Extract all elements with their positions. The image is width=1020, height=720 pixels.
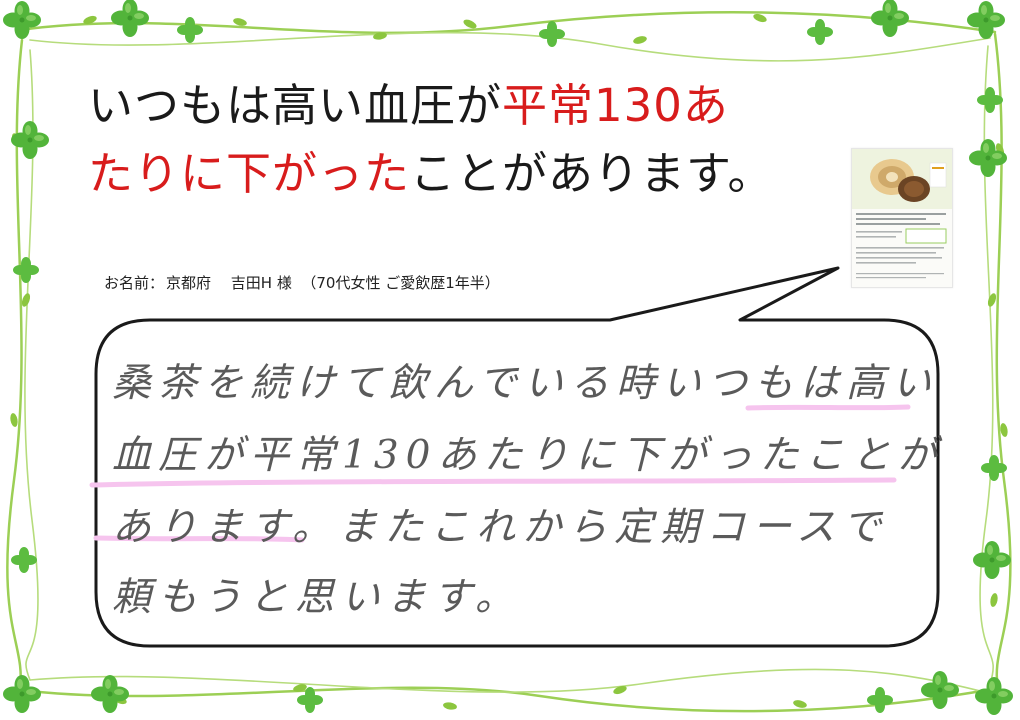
testimonial-line-3: あります。またこれから定期コースで [112,505,889,550]
testimonial-line-2: 血圧が平常130あたりに下がったことが [112,433,944,478]
testimonial-line-4: 頼もうと思います。 [112,575,521,620]
testimonial-line-1: 桑茶を続けて飲んでいる時いつもは高い [112,361,939,406]
testimonial-card: いつもは高い血圧が平常130あ たりに下がったことがあります。 お名前： 京都府… [0,0,1020,720]
